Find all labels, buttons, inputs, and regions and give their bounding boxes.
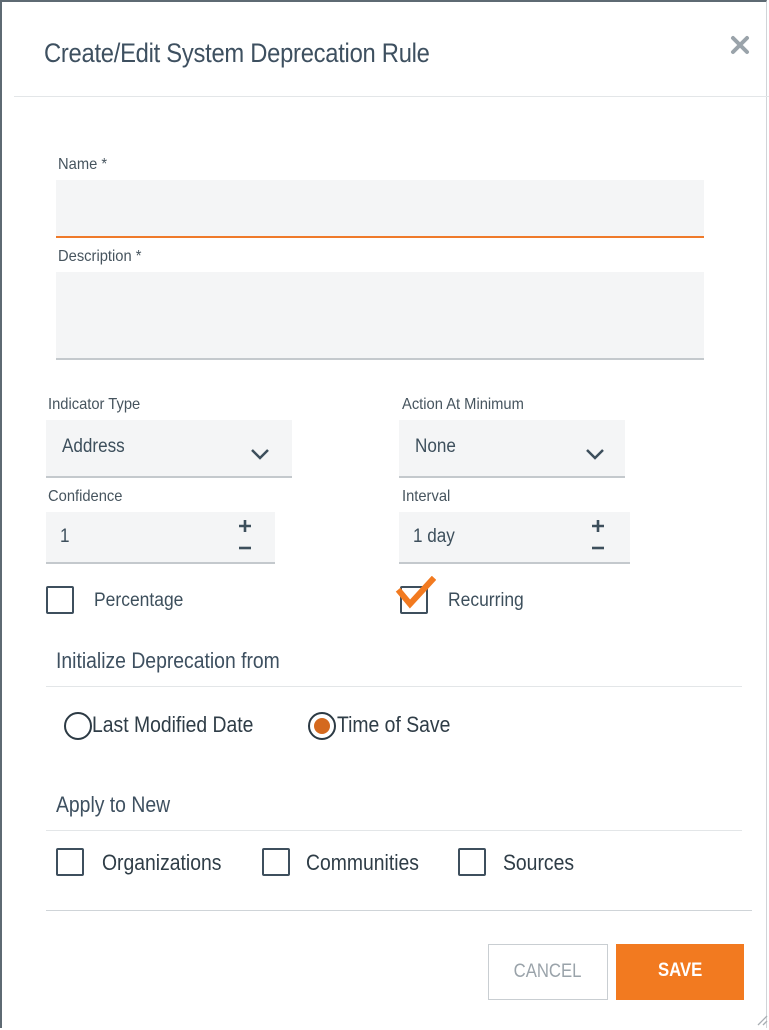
- action-at-minimum-label: Action At Minimum: [402, 396, 524, 413]
- cancel-button-label: CANCEL: [514, 961, 582, 982]
- confidence-value: 1: [60, 526, 70, 547]
- section-divider: [46, 686, 742, 687]
- name-field[interactable]: [56, 180, 704, 238]
- radio-time-of-save[interactable]: [308, 712, 336, 740]
- chevron-down-icon: [586, 449, 604, 460]
- recurring-label: Recurring: [448, 590, 524, 611]
- communities-label: Communities: [306, 850, 419, 875]
- initialize-heading: Initialize Deprecation from: [56, 648, 280, 673]
- confidence-stepper[interactable]: 1: [46, 512, 275, 564]
- plus-minus-icon[interactable]: [589, 518, 607, 552]
- description-field[interactable]: [56, 272, 704, 360]
- dialog-title: Create/Edit System Deprecation Rule: [44, 38, 430, 68]
- name-label: Name *: [58, 156, 108, 173]
- percentage-checkbox[interactable]: [46, 586, 74, 614]
- confidence-label: Confidence: [48, 488, 123, 505]
- indicator-type-value: Address: [62, 436, 125, 457]
- radio-label-last-modified-date: Last Modified Date: [92, 712, 254, 737]
- interval-value: 1 day: [413, 526, 455, 547]
- cancel-button[interactable]: CANCEL: [488, 944, 608, 1000]
- action-at-minimum-value: None: [415, 436, 456, 457]
- interval-label: Interval: [402, 488, 451, 505]
- radio-last-modified-date[interactable]: [64, 712, 92, 740]
- percentage-label: Percentage: [94, 590, 184, 611]
- organizations-label: Organizations: [102, 850, 222, 875]
- sources-checkbox[interactable]: [458, 848, 486, 876]
- apply-to-new-heading: Apply to New: [56, 792, 171, 817]
- radio-selected-dot: [314, 718, 330, 734]
- save-button-label: SAVE: [657, 960, 703, 981]
- description-label: Description *: [58, 248, 142, 265]
- plus-minus-icon[interactable]: [236, 518, 254, 552]
- interval-stepper[interactable]: 1 day: [399, 512, 630, 564]
- sources-label: Sources: [503, 850, 575, 875]
- resize-handle-icon[interactable]: [754, 1012, 768, 1026]
- header-divider: [14, 96, 769, 97]
- save-button[interactable]: SAVE: [616, 944, 744, 1000]
- organizations-checkbox[interactable]: [56, 848, 84, 876]
- communities-checkbox[interactable]: [262, 848, 290, 876]
- indicator-type-label: Indicator Type: [48, 396, 141, 413]
- action-at-minimum-select[interactable]: None: [399, 420, 625, 478]
- radio-label-time-of-save: Time of Save: [337, 712, 451, 737]
- footer-divider: [46, 910, 752, 911]
- indicator-type-select[interactable]: Address: [46, 420, 292, 478]
- chevron-down-icon: [251, 449, 269, 460]
- section-divider: [46, 830, 742, 831]
- checkmark-icon: [395, 576, 436, 609]
- deprecation-rule-dialog: Create/Edit System Deprecation Rule Name…: [0, 0, 769, 1028]
- close-icon[interactable]: [729, 34, 751, 56]
